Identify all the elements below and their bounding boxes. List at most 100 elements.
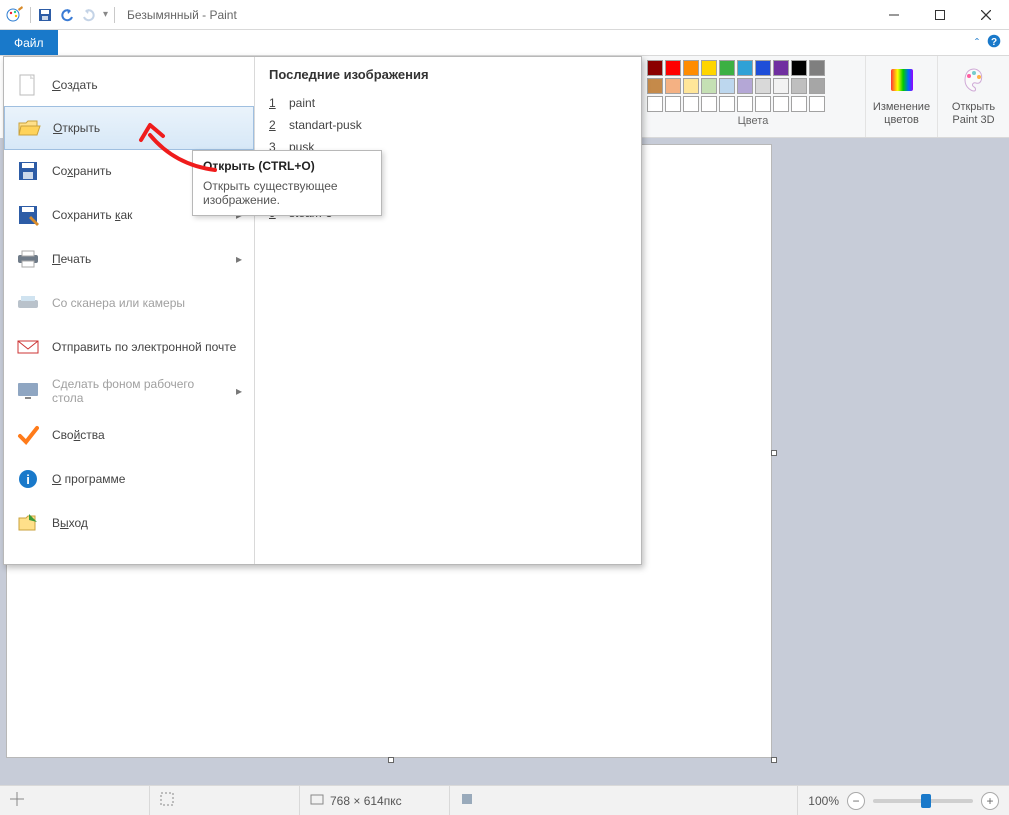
- color-swatch[interactable]: [701, 78, 717, 94]
- scanner-icon: [16, 291, 40, 315]
- edit-colors-icon: [888, 66, 916, 97]
- svg-text:?: ?: [991, 37, 997, 48]
- status-filesize: [450, 786, 798, 815]
- color-swatch[interactable]: [773, 78, 789, 94]
- zoom-percent: 100%: [808, 794, 839, 808]
- menu-print[interactable]: Печать ▸: [4, 237, 254, 281]
- disk-icon: [460, 792, 474, 809]
- menu-print-label: Печать: [52, 252, 91, 266]
- canvas-size-icon: [310, 792, 324, 809]
- recent-item[interactable]: 2 standart-pusk: [269, 114, 627, 136]
- undo-icon[interactable]: [59, 7, 75, 23]
- svg-text:i: i: [26, 472, 30, 487]
- tooltip-title: Открыть (CTRL+O): [203, 159, 371, 173]
- menu-scanner-label: Со сканера или камеры: [52, 296, 185, 310]
- color-swatch-empty[interactable]: [683, 96, 699, 112]
- save-as-icon: [16, 203, 40, 227]
- statusbar: 768 × 614пкс 100% − +: [0, 785, 1009, 815]
- menu-email[interactable]: Отправить по электронной почте: [4, 325, 254, 369]
- crosshair-icon: [10, 792, 24, 809]
- colors-group-label: Цвета: [647, 115, 859, 127]
- color-swatch-empty[interactable]: [791, 96, 807, 112]
- color-swatch[interactable]: [647, 78, 663, 94]
- color-swatch-empty[interactable]: [647, 96, 663, 112]
- titlebar: ▾ Безымянный - Paint: [0, 0, 1009, 30]
- menu-create[interactable]: Создать: [4, 63, 254, 107]
- tab-file[interactable]: Файл: [0, 30, 58, 55]
- color-swatch[interactable]: [665, 78, 681, 94]
- ribbon-help: ˆ ?: [975, 30, 1009, 55]
- recent-item[interactable]: 1 paint: [269, 92, 627, 114]
- color-swatch[interactable]: [737, 78, 753, 94]
- ribbon-collapse-icon[interactable]: ˆ: [975, 36, 979, 50]
- zoom-slider[interactable]: [873, 799, 973, 803]
- color-swatch[interactable]: [719, 78, 735, 94]
- color-swatch[interactable]: [719, 60, 735, 76]
- maximize-button[interactable]: [917, 0, 963, 30]
- color-swatches-group: Цвета: [641, 56, 865, 137]
- menu-about[interactable]: i О программе: [4, 457, 254, 501]
- menu-scanner[interactable]: Со сканера или камеры: [4, 281, 254, 325]
- open-paint3d-button[interactable]: Открыть Paint 3D: [937, 56, 1009, 137]
- checkmark-icon: [16, 423, 40, 447]
- color-swatch-empty[interactable]: [737, 96, 753, 112]
- help-icon[interactable]: ?: [987, 34, 1001, 51]
- color-swatch-empty[interactable]: [665, 96, 681, 112]
- color-swatch[interactable]: [809, 78, 825, 94]
- recent-item-number: 1: [269, 96, 279, 110]
- color-swatch[interactable]: [773, 60, 789, 76]
- color-swatch[interactable]: [683, 78, 699, 94]
- color-swatch-empty[interactable]: [809, 96, 825, 112]
- recent-item-label: paint: [289, 96, 315, 110]
- color-swatch-empty[interactable]: [701, 96, 717, 112]
- color-swatch[interactable]: [755, 60, 771, 76]
- resize-handle-se[interactable]: [771, 757, 777, 763]
- qat-customize-icon[interactable]: ▾: [103, 9, 108, 20]
- menu-save-label: Сохранить: [52, 164, 112, 178]
- menu-create-label: Создать: [52, 78, 98, 92]
- edit-colors-button[interactable]: Изменение цветов: [865, 56, 937, 137]
- menu-about-label: О программе: [52, 472, 125, 486]
- minimize-button[interactable]: [871, 0, 917, 30]
- menu-exit[interactable]: Выход: [4, 501, 254, 545]
- window-title: Безымянный - Paint: [127, 8, 237, 22]
- color-swatch[interactable]: [683, 60, 699, 76]
- color-swatch[interactable]: [791, 78, 807, 94]
- color-swatch[interactable]: [701, 60, 717, 76]
- submenu-arrow-icon: ▸: [236, 384, 242, 398]
- recent-images-panel: Последние изображения 1 paint 2 standart-pu…: [255, 57, 641, 564]
- menu-properties[interactable]: Свойства: [4, 413, 254, 457]
- menu-email-label: Отправить по электронной почте: [52, 340, 236, 354]
- recent-item-label: standart-pusk: [289, 118, 362, 132]
- color-swatch-empty[interactable]: [755, 96, 771, 112]
- color-swatch[interactable]: [665, 60, 681, 76]
- recent-heading: Последние изображения: [269, 67, 627, 82]
- zoom-in-button[interactable]: +: [981, 792, 999, 810]
- redo-icon[interactable]: [81, 7, 97, 23]
- color-swatch-empty[interactable]: [773, 96, 789, 112]
- menu-wallpaper[interactable]: Сделать фоном рабочего стола ▸: [4, 369, 254, 413]
- color-swatch[interactable]: [737, 60, 753, 76]
- zoom-out-button[interactable]: −: [847, 792, 865, 810]
- selection-size-icon: [160, 792, 174, 809]
- color-swatch[interactable]: [647, 60, 663, 76]
- close-button[interactable]: [963, 0, 1009, 30]
- ribbon-colors-region: Цвета Изменение цветов Открыть Paint 3D: [641, 56, 1009, 138]
- color-swatch[interactable]: [755, 78, 771, 94]
- save-icon[interactable]: [37, 7, 53, 23]
- qat-separator: [30, 7, 31, 23]
- color-swatch[interactable]: [809, 60, 825, 76]
- paint3d-icon: [960, 66, 988, 97]
- color-swatch[interactable]: [791, 60, 807, 76]
- recent-item-number: 2: [269, 118, 279, 132]
- resize-handle-e[interactable]: [771, 450, 777, 456]
- resize-handle-s[interactable]: [388, 757, 394, 763]
- paint-logo-icon: [6, 6, 24, 24]
- save-disk-icon: [16, 159, 40, 183]
- zoom-slider-thumb[interactable]: [921, 794, 931, 808]
- status-selection-size: [150, 786, 300, 815]
- envelope-icon: [16, 335, 40, 359]
- menu-save-as-label: Сохранить как: [52, 208, 132, 222]
- open-paint3d-label: Открыть Paint 3D: [938, 101, 1009, 127]
- color-swatch-empty[interactable]: [719, 96, 735, 112]
